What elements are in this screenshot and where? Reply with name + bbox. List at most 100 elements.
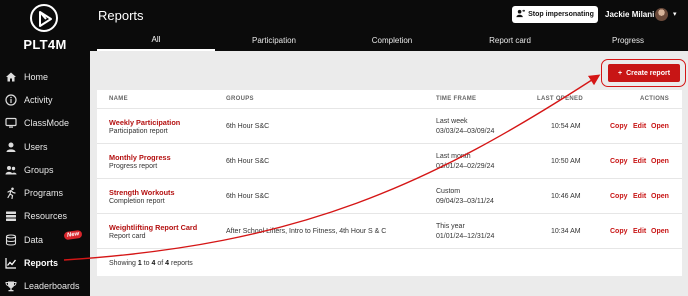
report-groups: After School Lifters, Intro to Fitness, … — [226, 228, 387, 235]
open-link[interactable]: Open — [651, 158, 669, 165]
footer-from: 1 — [137, 260, 142, 267]
sidebar-nav: Home Activity ClassMode Users Groups Pro… — [0, 65, 90, 296]
table-row[interactable]: Weekly Participation Participation repor… — [97, 108, 682, 143]
time-frame-label: Last month — [436, 153, 471, 160]
sidebar-item-resources[interactable]: Resources — [0, 205, 90, 228]
sidebar-item-label: Resources — [24, 211, 68, 222]
tab-bar: All Participation Completion Report card… — [90, 30, 688, 51]
edit-link[interactable]: Edit — [633, 123, 646, 130]
sidebar-item-label: ClassMode — [24, 118, 70, 129]
info-icon — [5, 94, 17, 106]
create-report-button[interactable]: + Create report — [608, 64, 680, 82]
sidebar-item-label: Home — [24, 71, 49, 82]
top-bar: Reports Stop impersonating Jackie Milani… — [90, 0, 688, 30]
tab-report-card[interactable]: Report card — [451, 30, 569, 51]
logo-play-icon — [30, 4, 58, 32]
column-header-last-opened[interactable]: LAST OPENED — [537, 96, 583, 102]
copy-link[interactable]: Copy — [610, 228, 628, 235]
time-frame-range: 03/03/24–03/09/24 — [436, 128, 495, 135]
footer-suffix: reports — [170, 260, 193, 267]
last-opened: 10:54 AM — [551, 123, 581, 130]
page-title: Reports — [98, 8, 144, 23]
footer-prefix: Showing — [109, 260, 136, 267]
table-row[interactable]: Weightlifting Report Card Report card Af… — [97, 213, 682, 248]
open-link[interactable]: Open — [651, 228, 669, 235]
sidebar-item-reports[interactable]: Reports — [0, 251, 90, 274]
tab-completion[interactable]: Completion — [333, 30, 451, 51]
sidebar-item-label: Data — [24, 234, 44, 245]
sidebar-item-classmode[interactable]: ClassMode — [0, 112, 90, 135]
sidebar-item-label: Programs — [24, 188, 64, 199]
report-title-link[interactable]: Strength Workouts — [109, 188, 175, 197]
time-frame-label: This year — [436, 223, 465, 230]
sidebar-item-label: Reports — [24, 258, 59, 269]
edit-link[interactable]: Edit — [633, 193, 646, 200]
avatar[interactable] — [655, 8, 668, 21]
last-opened: 10:50 AM — [551, 158, 581, 165]
home-icon — [5, 71, 17, 83]
tab-progress[interactable]: Progress — [569, 30, 687, 51]
report-groups: 6th Hour S&C — [226, 193, 270, 200]
last-opened: 10:46 AM — [551, 193, 581, 200]
logo[interactable]: PLT4M — [0, 0, 90, 58]
copy-link[interactable]: Copy — [610, 193, 628, 200]
stop-impersonating-button[interactable]: Stop impersonating — [512, 6, 598, 23]
column-header-time-frame[interactable]: TIME FRAME — [436, 96, 476, 102]
time-frame-label: Custom — [436, 188, 461, 195]
time-frame-range: 01/01/24–12/31/24 — [436, 233, 495, 240]
report-type: Completion report — [109, 198, 165, 205]
sidebar-item-label: Leaderboards — [24, 281, 80, 292]
swap-user-icon — [516, 9, 526, 20]
logo-text: PLT4M — [23, 37, 67, 52]
sidebar-item-label: Groups — [24, 164, 54, 175]
sidebar-item-users[interactable]: Users — [0, 135, 90, 158]
footer-to-word: to — [143, 260, 150, 267]
copy-link[interactable]: Copy — [610, 123, 628, 130]
time-frame-range: 09/04/23–03/11/24 — [436, 198, 494, 205]
sidebar-item-label: Activity — [24, 94, 53, 105]
report-type: Report card — [109, 233, 146, 240]
column-header-groups[interactable]: GROUPS — [226, 96, 254, 102]
tab-participation[interactable]: Participation — [215, 30, 333, 51]
sidebar: PLT4M Home Activity ClassMode Users Grou… — [0, 0, 90, 296]
edit-link[interactable]: Edit — [633, 228, 646, 235]
plus-icon: + — [617, 69, 623, 77]
report-title-link[interactable]: Weightlifting Report Card — [109, 223, 197, 232]
new-badge: New — [63, 229, 83, 241]
tab-all[interactable]: All — [97, 30, 215, 51]
sidebar-item-activity[interactable]: Activity — [0, 88, 90, 111]
chart-icon — [5, 257, 17, 269]
time-frame-label: Last week — [436, 118, 468, 125]
trophy-icon — [5, 280, 17, 292]
table-row[interactable]: Monthly Progress Progress report 6th Hou… — [97, 143, 682, 178]
copy-link[interactable]: Copy — [610, 158, 628, 165]
column-header-actions: ACTIONS — [640, 96, 670, 102]
edit-link[interactable]: Edit — [633, 158, 646, 165]
table-row[interactable]: Strength Workouts Completion report 6th … — [97, 178, 682, 213]
footer-total: 4 — [165, 260, 170, 267]
chevron-down-icon[interactable]: ▾ — [673, 10, 677, 18]
time-frame-range: 02/01/24–02/29/24 — [436, 163, 495, 170]
reports-table: NAME GROUPS TIME FRAME LAST OPENED ACTIO… — [97, 90, 682, 276]
groups-icon — [5, 164, 17, 176]
app-root: PLT4M Home Activity ClassMode Users Grou… — [0, 0, 688, 296]
sidebar-item-home[interactable]: Home — [0, 65, 90, 88]
report-title-link[interactable]: Weekly Participation — [109, 118, 180, 127]
report-groups: 6th Hour S&C — [226, 123, 270, 130]
open-link[interactable]: Open — [651, 193, 669, 200]
sidebar-item-groups[interactable]: Groups — [0, 158, 90, 181]
sidebar-item-label: Users — [24, 141, 48, 152]
open-link[interactable]: Open — [651, 123, 669, 130]
report-groups: 6th Hour S&C — [226, 158, 270, 165]
create-report-label: Create report — [626, 69, 671, 77]
resources-icon — [5, 210, 17, 222]
user-name[interactable]: Jackie Milani — [605, 10, 654, 19]
sidebar-item-leaderboards[interactable]: Leaderboards — [0, 275, 90, 296]
sidebar-item-data[interactable]: Data New — [0, 228, 90, 251]
sidebar-item-programs[interactable]: Programs — [0, 181, 90, 204]
footer-of-word: of — [157, 260, 164, 267]
report-title-link[interactable]: Monthly Progress — [109, 153, 171, 162]
runner-icon — [5, 187, 17, 200]
user-icon — [5, 141, 17, 153]
column-header-name[interactable]: NAME — [109, 96, 128, 102]
